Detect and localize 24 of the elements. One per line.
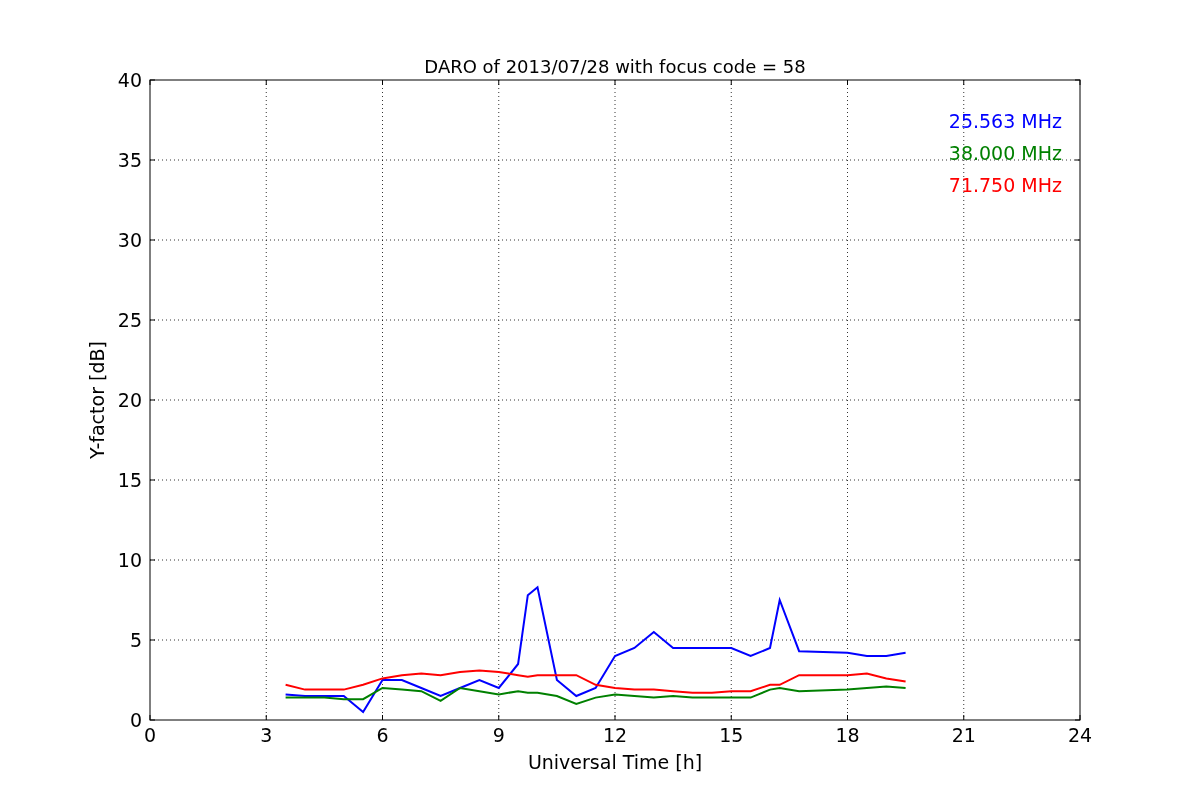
axis-tick-label: 9: [492, 724, 505, 746]
legend-label: 38.000 MHz: [948, 142, 1062, 164]
chart-title: DARO of 2013/07/28 with focus code = 58: [424, 56, 806, 77]
x-axis-label: Universal Time [h]: [527, 751, 703, 773]
axis-tick-label: 15: [117, 469, 142, 491]
axis-tick-label: 15: [719, 724, 744, 746]
axis-tick-label: 3: [260, 724, 273, 746]
axis-tick-label: 21: [951, 724, 976, 746]
axis-tick-label: 12: [602, 724, 628, 746]
axis-tick-label: 25: [117, 309, 142, 331]
legend-label: 25.563 MHz: [948, 110, 1062, 132]
axis-tick-label: 35: [117, 149, 142, 171]
axis-tick-label: 18: [835, 724, 860, 746]
legend-label: 71.750 MHz: [948, 174, 1062, 196]
axis-tick-label: 6: [376, 724, 389, 746]
axis-tick-label: 40: [117, 69, 142, 91]
axis-tick-label: 20: [117, 389, 142, 411]
axis-tick-label: 0: [143, 724, 157, 746]
axis-tick-label: 10: [117, 549, 142, 571]
axis-tick-label: 24: [1067, 724, 1093, 746]
axis-tick-label: 30: [117, 229, 142, 251]
y-axis-label: Y-factor [dB]: [86, 341, 108, 459]
axis-tick-label: 0: [129, 709, 142, 731]
axis-tick-label: 5: [129, 629, 142, 651]
